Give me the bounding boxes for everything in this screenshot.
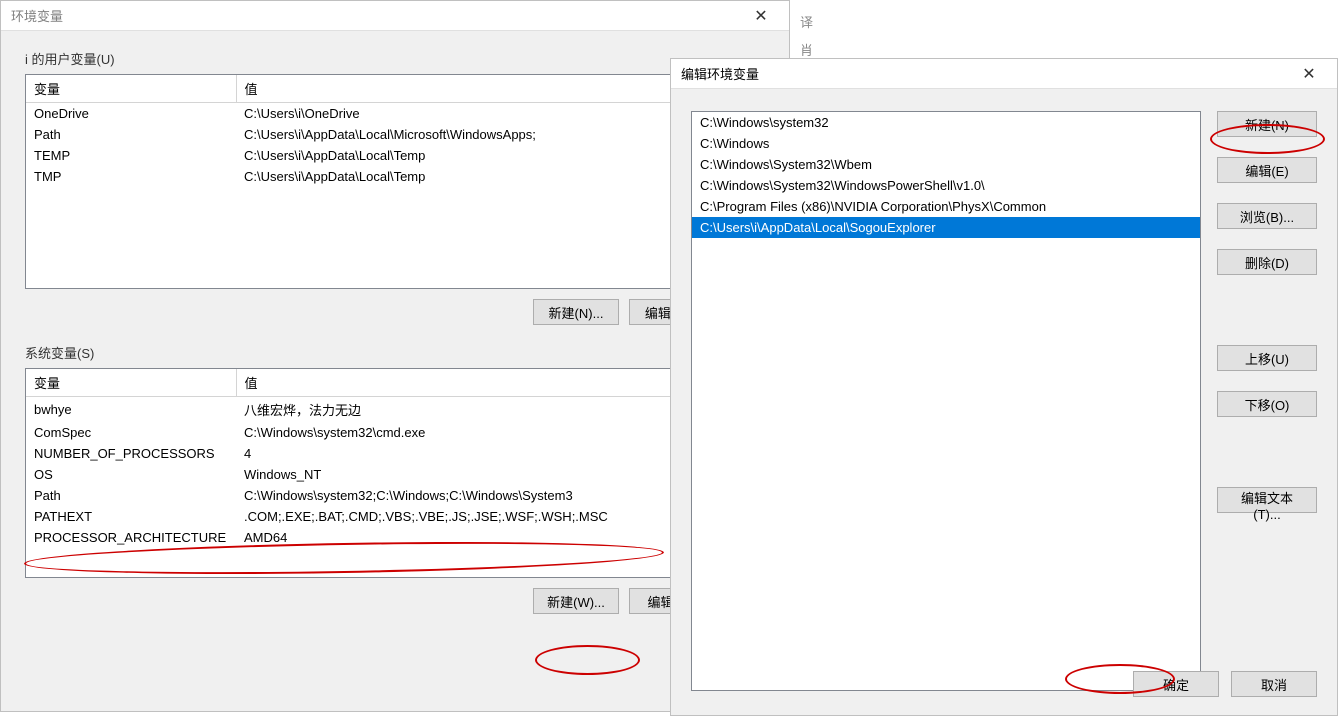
table-row[interactable]: PathC:\Users\i\AppData\Local\Microsoft\W… (26, 124, 764, 145)
path-list-item[interactable]: C:\Windows\system32 (692, 112, 1200, 133)
table-row[interactable]: OSWindows_NT (26, 464, 764, 485)
table-row[interactable]: OneDriveC:\Users\i\OneDrive (26, 103, 764, 125)
var-name-cell: PATHEXT (26, 506, 236, 527)
table-row[interactable]: TEMPC:\Users\i\AppData\Local\Temp (26, 145, 764, 166)
table-row[interactable]: TMPC:\Users\i\AppData\Local\Temp (26, 166, 764, 187)
var-name-cell: PROCESSOR_ARCHITECTURE (26, 527, 236, 548)
table-row[interactable]: ComSpecC:\Windows\system32\cmd.exe (26, 422, 764, 443)
system-vars-table[interactable]: 变量 值 bwhye八维宏烨，法力无边ComSpecC:\Windows\sys… (25, 368, 765, 578)
move-up-button[interactable]: 上移(U) (1217, 345, 1317, 371)
user-vars-buttons: 新建(N)... 编辑(E)... (25, 299, 765, 325)
col-header-variable[interactable]: 变量 (26, 75, 236, 103)
var-name-cell: Path (26, 124, 236, 145)
path-list-item[interactable]: C:\Windows\System32\Wbem (692, 154, 1200, 175)
edit-dialog-side-buttons: 新建(N) 编辑(E) 浏览(B)... 删除(D) 上移(U) 下移(O) 编… (1217, 111, 1317, 513)
table-row[interactable]: PROCESSOR_ARCHITECTUREAMD64 (26, 527, 764, 548)
edit-dialog-bottom-buttons: 确定 取消 (1133, 671, 1317, 697)
edit-button[interactable]: 编辑(E) (1217, 157, 1317, 183)
user-new-button[interactable]: 新建(N)... (533, 299, 619, 325)
sys-new-button[interactable]: 新建(W)... (533, 588, 619, 614)
path-list[interactable]: C:\Windows\system32C:\WindowsC:\Windows\… (691, 111, 1201, 691)
user-vars-table[interactable]: 变量 值 OneDriveC:\Users\i\OneDrivePathC:\U… (25, 74, 765, 289)
bg-text: 译 (800, 12, 813, 31)
dialog-title: 编辑环境变量 (681, 64, 759, 83)
path-list-item[interactable]: C:\Users\i\AppData\Local\SogouExplorer (692, 217, 1200, 238)
var-name-cell: OS (26, 464, 236, 485)
var-name-cell: OneDrive (26, 103, 236, 125)
close-icon[interactable]: ✕ (1289, 60, 1329, 88)
edit-env-variable-dialog: 编辑环境变量 ✕ C:\Windows\system32C:\WindowsC:… (670, 58, 1338, 716)
table-row[interactable]: bwhye八维宏烨，法力无边 (26, 397, 764, 423)
new-button[interactable]: 新建(N) (1217, 111, 1317, 137)
browse-button[interactable]: 浏览(B)... (1217, 203, 1317, 229)
move-down-button[interactable]: 下移(O) (1217, 391, 1317, 417)
close-icon[interactable]: ✕ (741, 2, 781, 30)
dialog-title: 环境变量 (11, 6, 63, 25)
var-name-cell: TMP (26, 166, 236, 187)
dialog-titlebar: 编辑环境变量 ✕ (671, 59, 1337, 89)
edit-text-button[interactable]: 编辑文本(T)... (1217, 487, 1317, 513)
path-list-item[interactable]: C:\Windows\System32\WindowsPowerShell\v1… (692, 175, 1200, 196)
col-header-variable[interactable]: 变量 (26, 369, 236, 397)
table-row[interactable]: PathC:\Windows\system32;C:\Windows;C:\Wi… (26, 485, 764, 506)
delete-button[interactable]: 删除(D) (1217, 249, 1317, 275)
cancel-button[interactable]: 取消 (1231, 671, 1317, 697)
path-list-item[interactable]: C:\Program Files (x86)\NVIDIA Corporatio… (692, 196, 1200, 217)
var-name-cell: NUMBER_OF_PROCESSORS (26, 443, 236, 464)
ok-button[interactable]: 确定 (1133, 671, 1219, 697)
table-row[interactable]: PATHEXT.COM;.EXE;.BAT;.CMD;.VBS;.VBE;.JS… (26, 506, 764, 527)
bg-text: 肖 (800, 40, 813, 59)
path-list-item[interactable]: C:\Windows (692, 133, 1200, 154)
dialog-titlebar: 环境变量 ✕ (1, 1, 789, 31)
system-vars-buttons: 新建(W)... 编辑(I)... (25, 588, 765, 614)
var-name-cell: Path (26, 485, 236, 506)
table-row[interactable]: NUMBER_OF_PROCESSORS4 (26, 443, 764, 464)
var-name-cell: ComSpec (26, 422, 236, 443)
var-name-cell: bwhye (26, 397, 236, 423)
var-name-cell: TEMP (26, 145, 236, 166)
